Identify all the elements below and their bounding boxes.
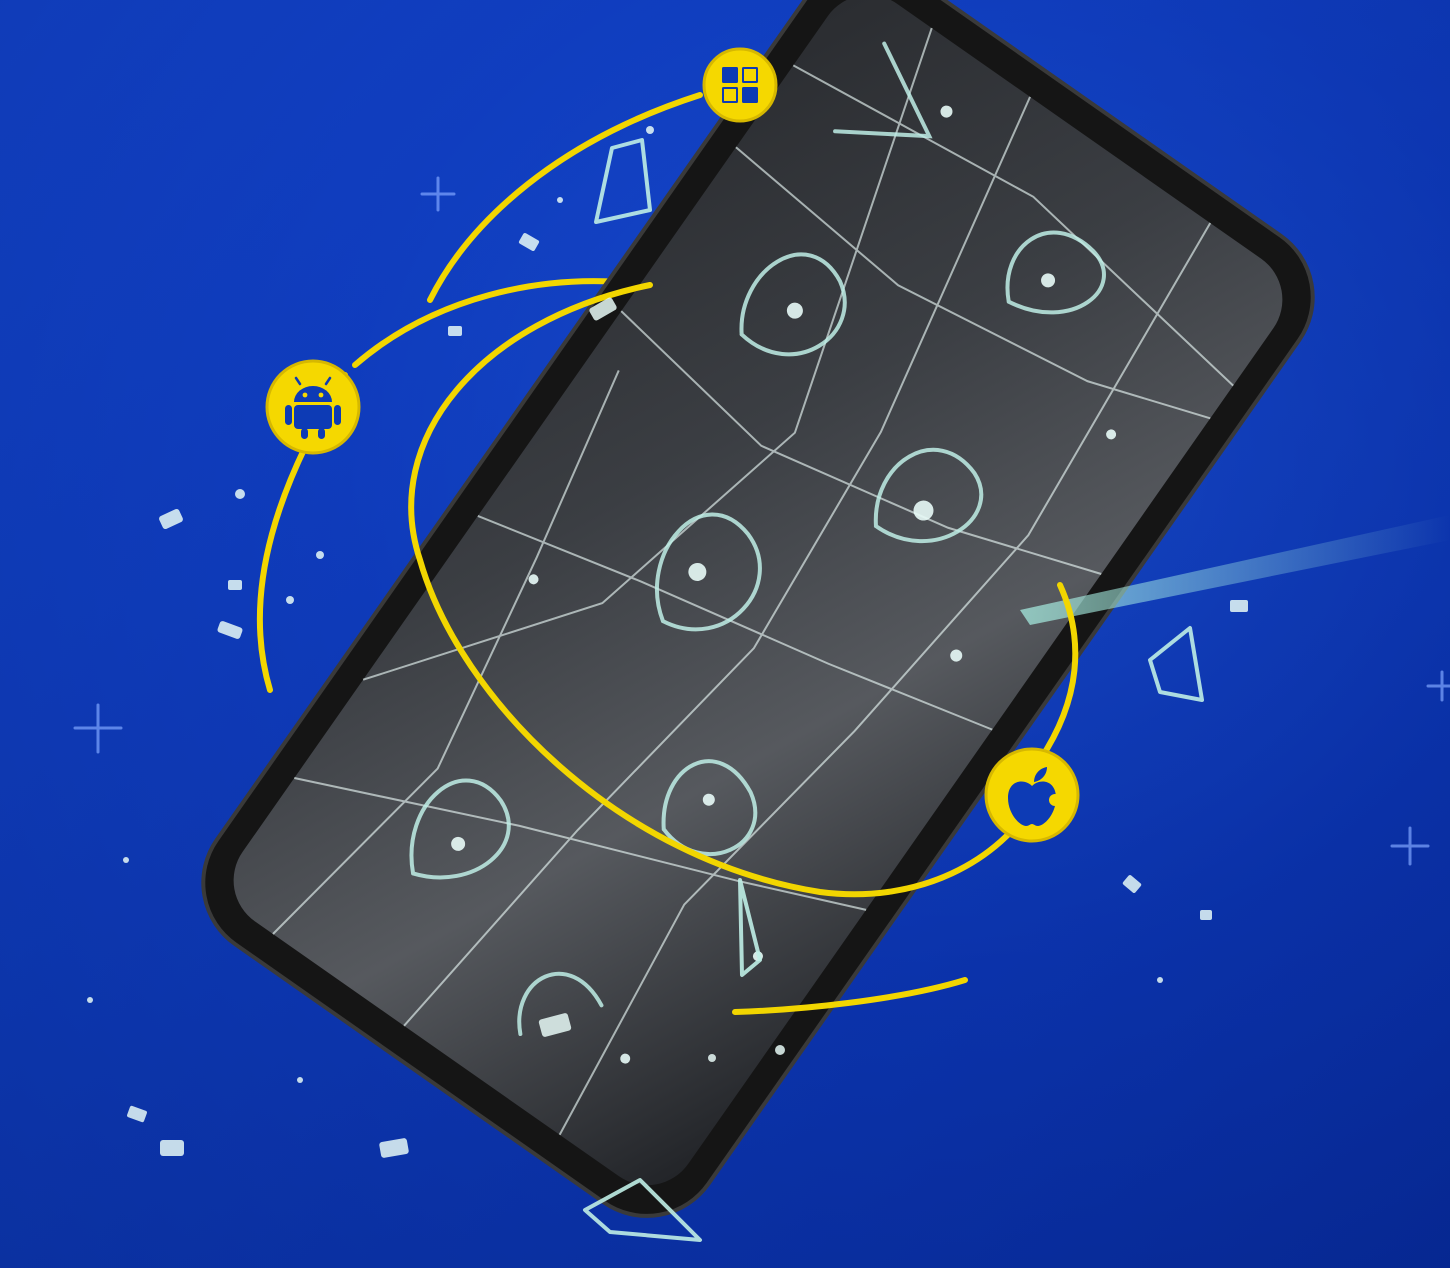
apple-badge xyxy=(984,747,1080,843)
android-badge xyxy=(265,359,361,455)
hero-illustration xyxy=(0,0,1450,1268)
windows-badge xyxy=(702,47,778,123)
illustration-canvas xyxy=(0,0,1450,1268)
